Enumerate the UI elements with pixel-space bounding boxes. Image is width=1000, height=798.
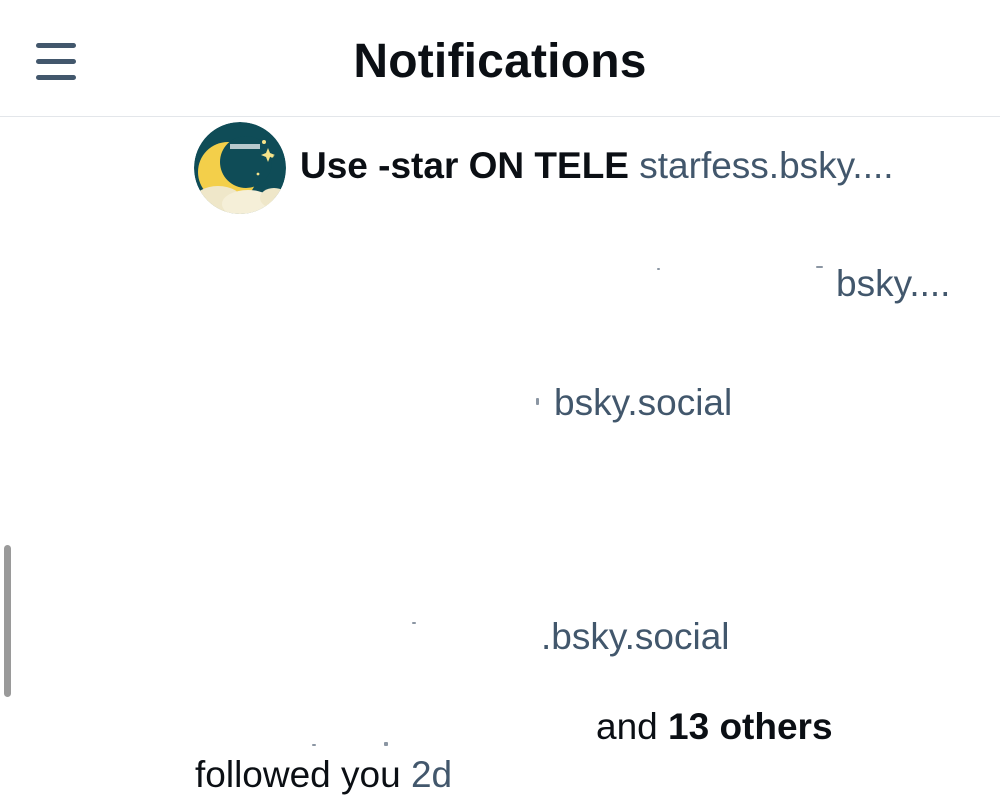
redaction-residue — [816, 266, 823, 268]
page-title: Notifications — [353, 35, 647, 88]
follower-display-name[interactable]: Use -star ON TELE — [300, 145, 629, 186]
follow-action-line: followed you 2d — [195, 753, 452, 797]
redaction-residue — [657, 268, 660, 270]
redaction-residue — [412, 622, 416, 624]
follow-summary: and 13 others — [596, 705, 833, 749]
scrollbar[interactable] — [4, 545, 11, 697]
and-text: and — [596, 706, 658, 747]
action-text: followed you — [195, 754, 401, 795]
starfess-avatar-icon[interactable] — [194, 122, 286, 214]
follower-handle: starfess.bsky.... — [639, 145, 894, 186]
redaction-residue — [536, 398, 539, 405]
redaction-residue — [384, 742, 388, 746]
redaction-residue — [312, 744, 316, 746]
follower-handle: .bsky.social — [541, 616, 730, 657]
follower-handle: bsky.social — [554, 382, 733, 423]
follower-row[interactable]: .bsky.social — [541, 615, 730, 659]
follower-row[interactable]: bsky.social — [554, 381, 732, 425]
follower-row[interactable]: Use -star ON TELE starfess.bsky.... — [300, 144, 894, 188]
follower-row[interactable]: bsky.... — [836, 262, 950, 306]
timestamp: 2d — [410, 754, 453, 795]
follower-handle: bsky.... — [836, 263, 951, 304]
others-count[interactable]: 13 others — [668, 706, 833, 747]
top-bar: Notifications — [0, 0, 1000, 117]
